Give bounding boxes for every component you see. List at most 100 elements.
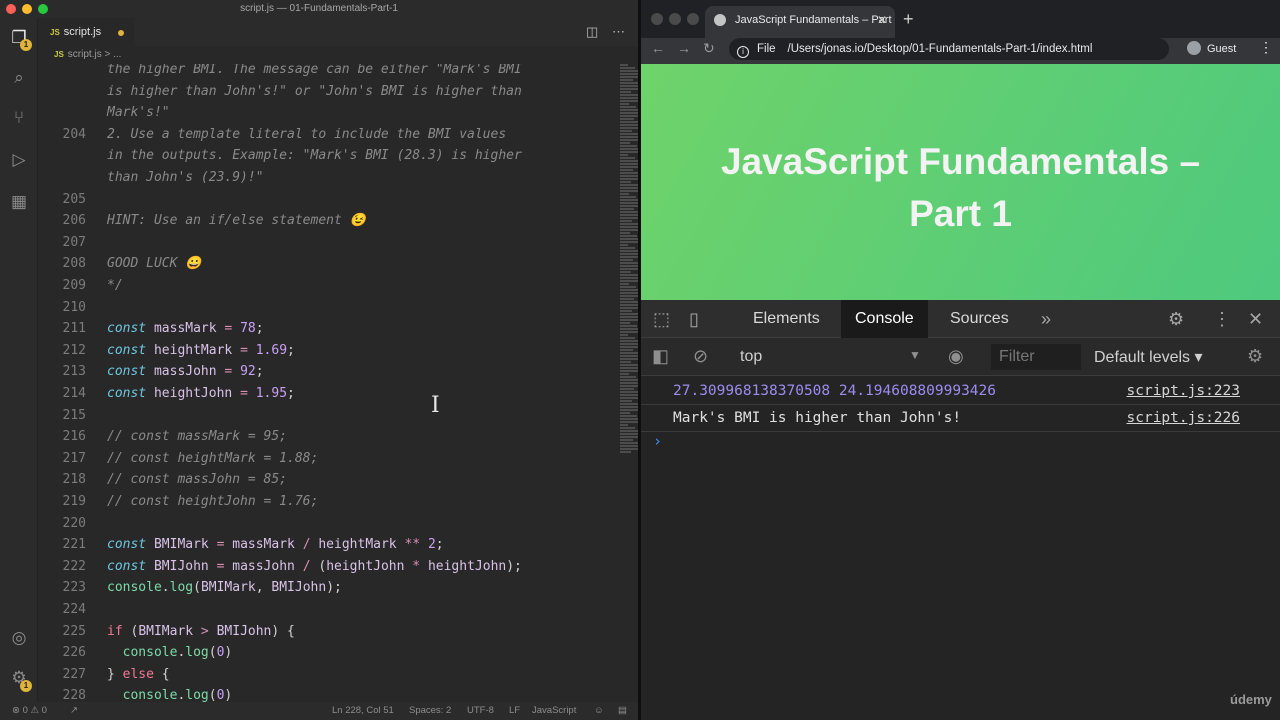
minimap-line — [620, 322, 630, 324]
code-line[interactable]: console.log(BMIMark, BMIJohn); — [107, 577, 577, 599]
unsaved-dot-icon[interactable] — [118, 30, 124, 36]
line-number: 205 — [62, 191, 86, 207]
tab-sources[interactable]: Sources — [936, 300, 1023, 338]
code-line[interactable]: const BMIJohn = massJohn / (heightJohn *… — [107, 556, 577, 578]
code-line[interactable]: is higher than John's!" or "John's BMI i… — [107, 81, 577, 103]
code-line[interactable]: // const massJohn = 85; — [107, 469, 577, 491]
minimap-line — [620, 376, 636, 378]
code-line[interactable]: */ — [107, 275, 577, 297]
notifications-icon[interactable]: ▤ — [618, 702, 627, 720]
run-debug-icon[interactable]: ▷ — [9, 150, 29, 170]
line-number: 217 — [62, 450, 86, 466]
breadcrumb[interactable]: JS script.js > ... — [38, 46, 638, 64]
browser-tab[interactable]: JavaScript Fundamentals – Part 1 ✕ — [705, 6, 895, 38]
code-line[interactable] — [107, 405, 577, 427]
close-devtools-icon[interactable]: ✕ — [1248, 309, 1263, 330]
tab-console[interactable]: Console — [841, 300, 928, 338]
devtools-tab-bar: ⬚ ▯ Elements Console Sources » ⚙ ⋮ ✕ — [641, 300, 1280, 338]
language-mode[interactable]: JavaScript — [532, 702, 576, 720]
code-line[interactable] — [107, 297, 577, 319]
code-line[interactable]: 2. Use a template literal to include the… — [107, 124, 577, 146]
minimap-line — [620, 349, 633, 351]
console-output[interactable]: 27.309968138370508 24.194608809993426 sc… — [641, 376, 1280, 720]
code-line[interactable]: // const heightJohn = 1.76; — [107, 491, 577, 513]
tab-script-js[interactable]: JS script.js — [38, 18, 134, 46]
console-settings-icon[interactable]: ⚙ — [1247, 346, 1263, 367]
more-actions-icon[interactable]: ⋯ — [612, 24, 625, 40]
code-line[interactable]: const massJohn = 92; — [107, 361, 577, 383]
browser-close-button[interactable] — [651, 13, 663, 25]
code-line[interactable]: console.log(0) — [107, 642, 577, 664]
code-line[interactable]: const BMIMark = massMark / heightMark **… — [107, 534, 577, 556]
live-share-icon[interactable]: ↗ — [70, 702, 78, 720]
close-tab-icon[interactable]: ✕ — [877, 6, 887, 34]
account-icon[interactable]: ◎ — [9, 628, 29, 648]
browser-menu-icon[interactable]: ⋮ — [1259, 39, 1273, 56]
browser-minimize-button[interactable] — [669, 13, 681, 25]
tab-elements[interactable]: Elements — [739, 300, 834, 338]
source-control-icon[interactable]: ⑂ — [9, 108, 29, 128]
code-line[interactable] — [107, 189, 577, 211]
minimap-line — [620, 118, 634, 120]
code-line[interactable]: // const massMark = 95; — [107, 426, 577, 448]
search-icon[interactable]: ⌕ — [9, 68, 29, 88]
code-line[interactable] — [107, 513, 577, 535]
filter-input[interactable]: Filter — [991, 344, 1081, 370]
code-line[interactable]: const heightJohn = 1.95; — [107, 383, 577, 405]
feedback-icon[interactable]: ☺ — [594, 702, 604, 720]
minimap-line — [620, 103, 629, 105]
minimap-line — [620, 409, 638, 411]
code-line[interactable]: the higher BMI. The message can be eithe… — [107, 64, 577, 81]
extensions-icon[interactable]: ▦ — [9, 192, 29, 212]
new-tab-icon[interactable]: + — [903, 9, 914, 30]
code-line[interactable] — [107, 599, 577, 621]
sidebar-toggle-icon[interactable]: ◧ — [652, 346, 669, 367]
console-prompt-icon[interactable]: › — [653, 432, 662, 450]
chevron-down-icon[interactable]: ▼ — [909, 348, 921, 362]
live-expression-eye-icon[interactable]: ◉ — [948, 346, 964, 367]
device-toolbar-icon[interactable]: ▯ — [689, 309, 699, 330]
profile-button[interactable]: Guest — [1187, 38, 1236, 60]
minimize-window-button[interactable] — [22, 4, 32, 14]
code-line[interactable]: than John's (23.9)!" — [107, 167, 577, 189]
reload-icon[interactable]: ↻ — [703, 40, 715, 57]
more-tabs-icon[interactable]: » — [1041, 309, 1051, 330]
code-line[interactable]: console.log(0) — [107, 685, 577, 702]
code-line[interactable]: // const heightMark = 1.88; — [107, 448, 577, 470]
inspect-element-icon[interactable]: ⬚ — [653, 309, 670, 330]
maximize-window-button[interactable] — [38, 4, 48, 14]
encoding-indicator[interactable]: UTF-8 — [467, 702, 494, 720]
code-editor[interactable]: the higher BMI. The message can be eithe… — [38, 64, 638, 702]
profile-label: Guest — [1207, 43, 1237, 55]
clear-console-icon[interactable]: ⊘ — [693, 346, 708, 367]
split-editor-icon[interactable]: ◫ — [586, 24, 598, 40]
code-line[interactable] — [107, 232, 577, 254]
devtools-menu-icon[interactable]: ⋮ — [1213, 309, 1231, 330]
indentation-indicator[interactable]: Spaces: 2 — [409, 702, 451, 720]
problems-indicator[interactable]: ⊗ 0 ⚠ 0 — [12, 702, 47, 720]
code-line[interactable]: GOOD LUCK 😀 — [107, 253, 577, 275]
minimap-line — [620, 169, 633, 171]
devtools-settings-icon[interactable]: ⚙ — [1168, 309, 1184, 330]
minimap-line — [620, 385, 638, 387]
browser-maximize-button[interactable] — [687, 13, 699, 25]
back-icon[interactable]: ← — [651, 40, 665, 56]
code-line[interactable]: in the outputs. Example: "Mark's BMI (28… — [107, 145, 577, 167]
eol-indicator[interactable]: LF — [509, 702, 520, 720]
code-line[interactable]: if (BMIMark > BMIJohn) { — [107, 621, 577, 643]
close-window-button[interactable] — [6, 4, 16, 14]
code-line[interactable]: const massMark = 78; — [107, 318, 577, 340]
log-levels-dropdown[interactable]: Default levels ▾ — [1094, 347, 1203, 367]
code-line[interactable]: Mark's!" — [107, 102, 577, 124]
info-icon[interactable]: i — [737, 46, 749, 58]
code-line[interactable]: HINT: Use an if/else statement 😉 — [107, 210, 577, 232]
console-source-link[interactable]: script.js:226 — [1127, 405, 1241, 432]
code-line[interactable]: } else { — [107, 664, 577, 686]
console-source-link[interactable]: script.js:223 — [1127, 378, 1241, 405]
forward-icon[interactable]: → — [677, 40, 691, 56]
cursor-position[interactable]: Ln 228, Col 51 — [332, 702, 394, 720]
address-bar[interactable]: i File/Users/jonas.io/Desktop/01-Fundamen… — [729, 38, 1169, 60]
context-selector[interactable]: top — [740, 348, 762, 366]
minimap[interactable] — [618, 64, 638, 464]
code-line[interactable]: const heightMark = 1.69; — [107, 340, 577, 362]
